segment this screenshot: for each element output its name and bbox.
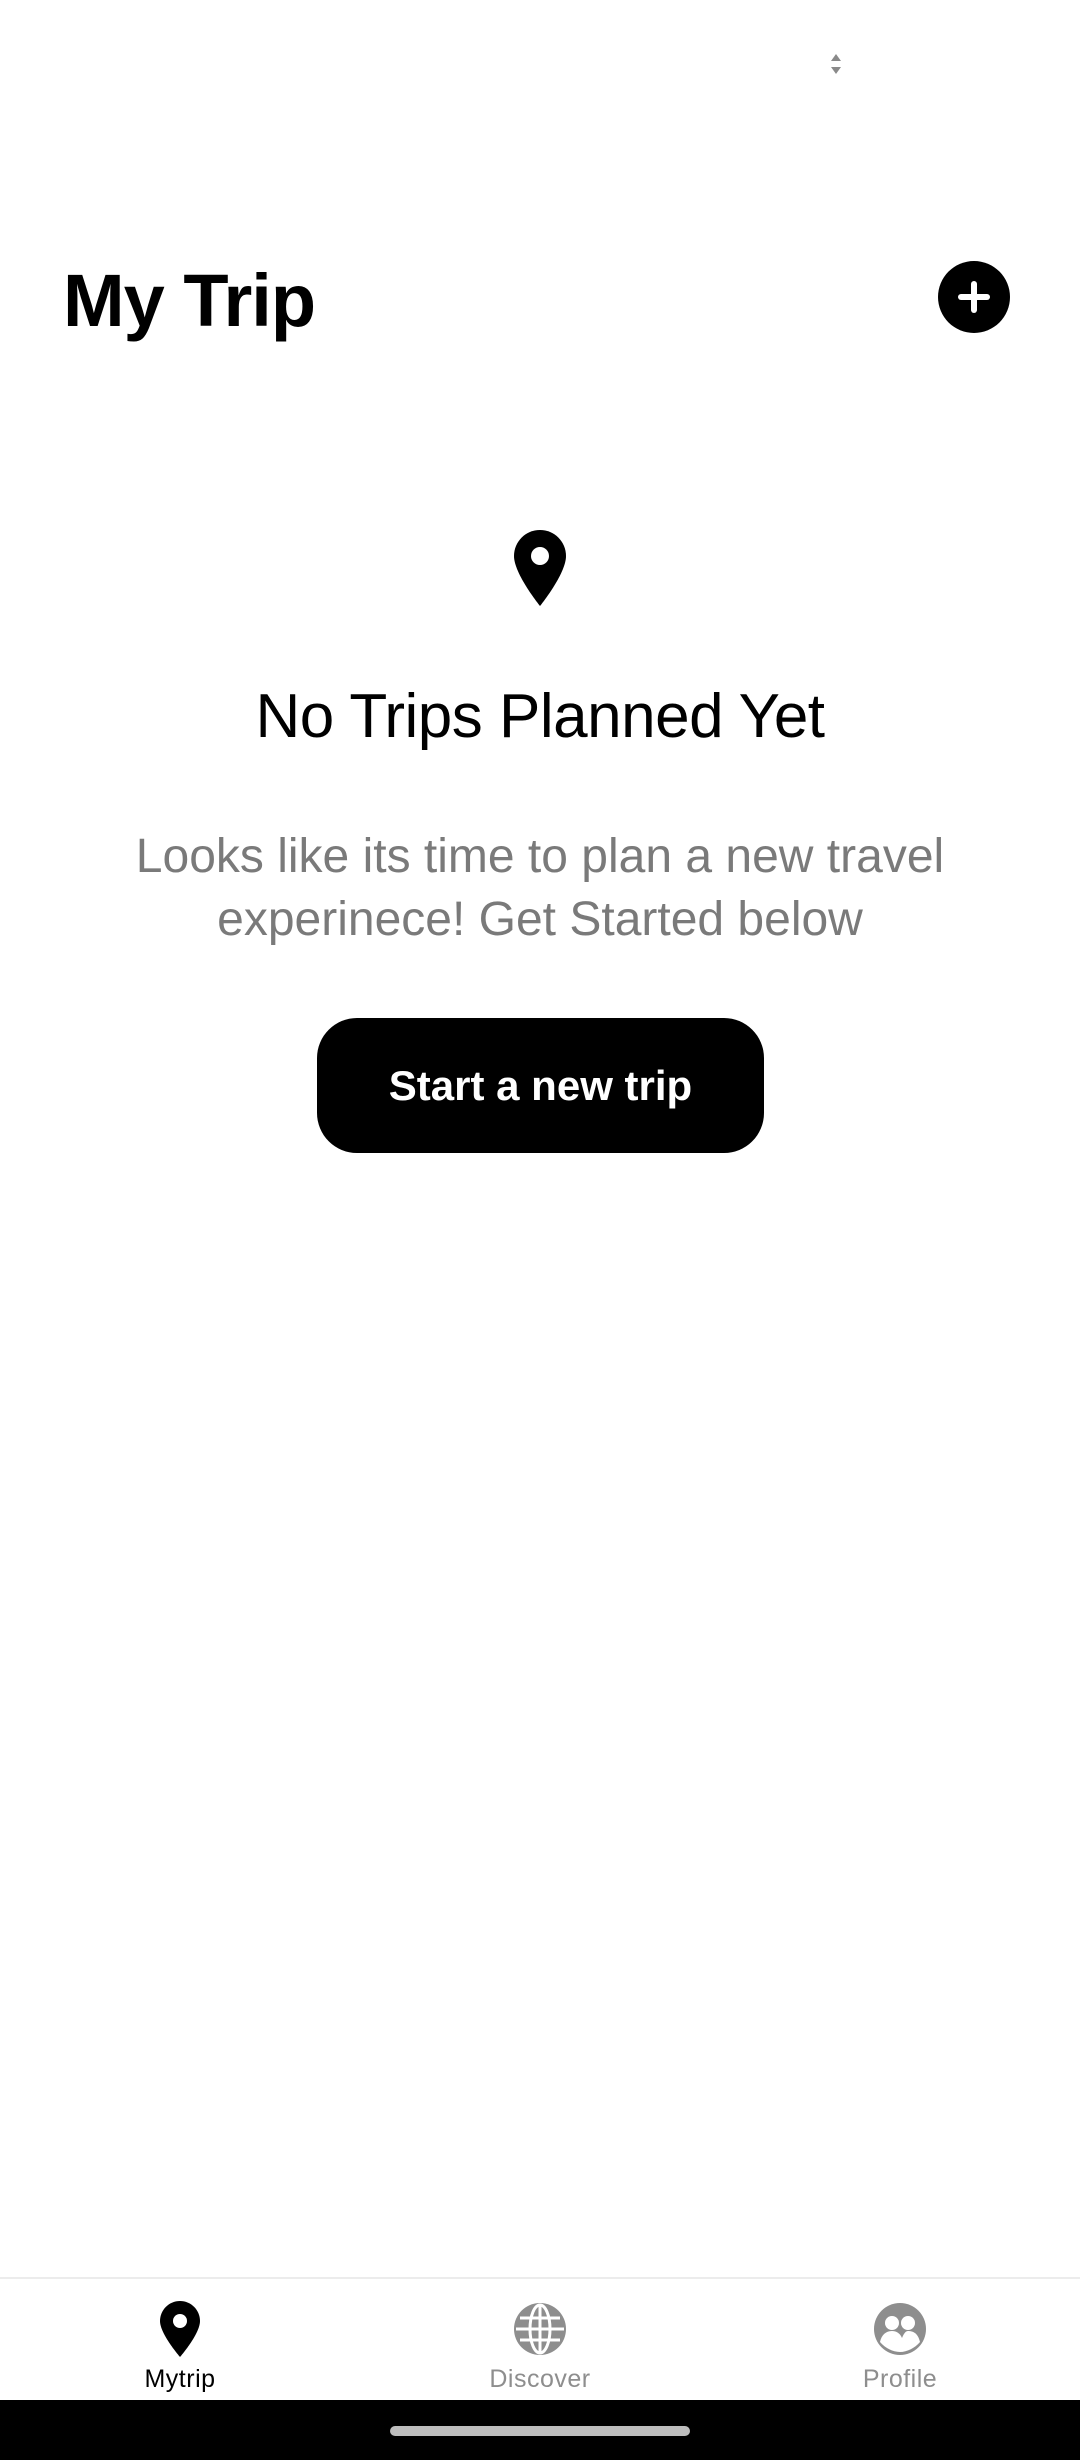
sort-arrows-icon [831,54,841,74]
globe-icon [512,2301,568,2357]
add-trip-button[interactable] [938,261,1010,333]
empty-state-subtitle: Looks like its time to plan a new travel… [135,830,945,946]
nav-item-discover[interactable]: Discover [360,2279,720,2402]
nav-label-mytrip: Mytrip [144,2365,216,2393]
empty-state-title: No Trips Planned Yet [255,682,825,751]
nav-item-profile[interactable]: Profile [720,2279,1080,2402]
map-pin-icon [514,530,566,606]
page-title: My Trip [63,259,316,342]
header: My Trip [0,240,1080,370]
nav-label-profile: Profile [862,2365,938,2393]
map-pin-icon [152,2301,208,2357]
plus-icon [958,281,990,313]
bottom-navigation: Mytrip Discover Profile [0,2277,1080,2400]
people-icon [872,2301,928,2357]
status-bar [0,0,1080,130]
home-gesture-handle[interactable] [390,2426,690,2436]
nav-item-mytrip[interactable]: Mytrip [0,2279,360,2402]
system-navigation-bar [0,2400,1080,2460]
start-new-trip-button[interactable]: Start a new trip [317,1018,764,1153]
nav-label-discover: Discover [489,2365,591,2393]
